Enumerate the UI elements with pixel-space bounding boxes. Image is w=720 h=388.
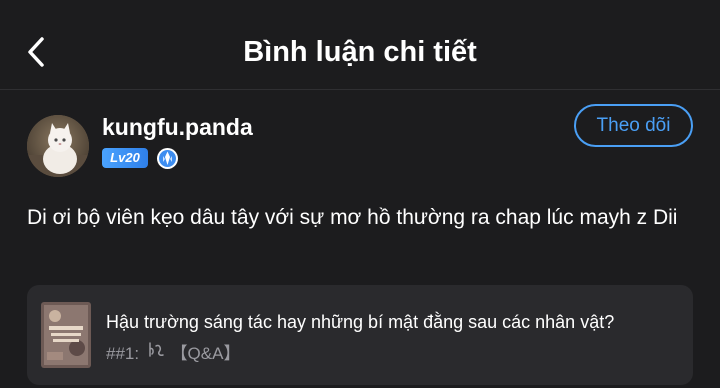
follow-button[interactable]: Theo dõi <box>574 104 693 147</box>
rank-badge-icon <box>156 147 179 170</box>
top-bar: Bình luận chi tiết <box>0 0 720 90</box>
level-badge: Lv20 <box>102 148 148 168</box>
comment-text: Di ơi bộ viên kẹo dâu tây với sự mơ hồ t… <box>27 206 678 229</box>
username[interactable]: kungfu.panda <box>102 113 253 141</box>
page-title: Bình luận chi tiết <box>243 36 477 68</box>
chapter-title: Hậu trường sáng tác hay những bí mật đằn… <box>106 312 615 332</box>
chapter-reference-card[interactable]: Hậu trường sáng tác hay những bí mật đằn… <box>27 285 693 385</box>
cat-avatar-image <box>27 115 89 177</box>
chapter-tag: 【Q&A】 <box>170 343 241 363</box>
glyph-icon <box>144 340 166 367</box>
chapter-subtitle: ##1: 【Q&A】 <box>106 340 240 367</box>
book-cover-image <box>41 302 91 368</box>
chapter-number: ##1: <box>106 343 140 363</box>
avatar[interactable] <box>27 115 89 177</box>
